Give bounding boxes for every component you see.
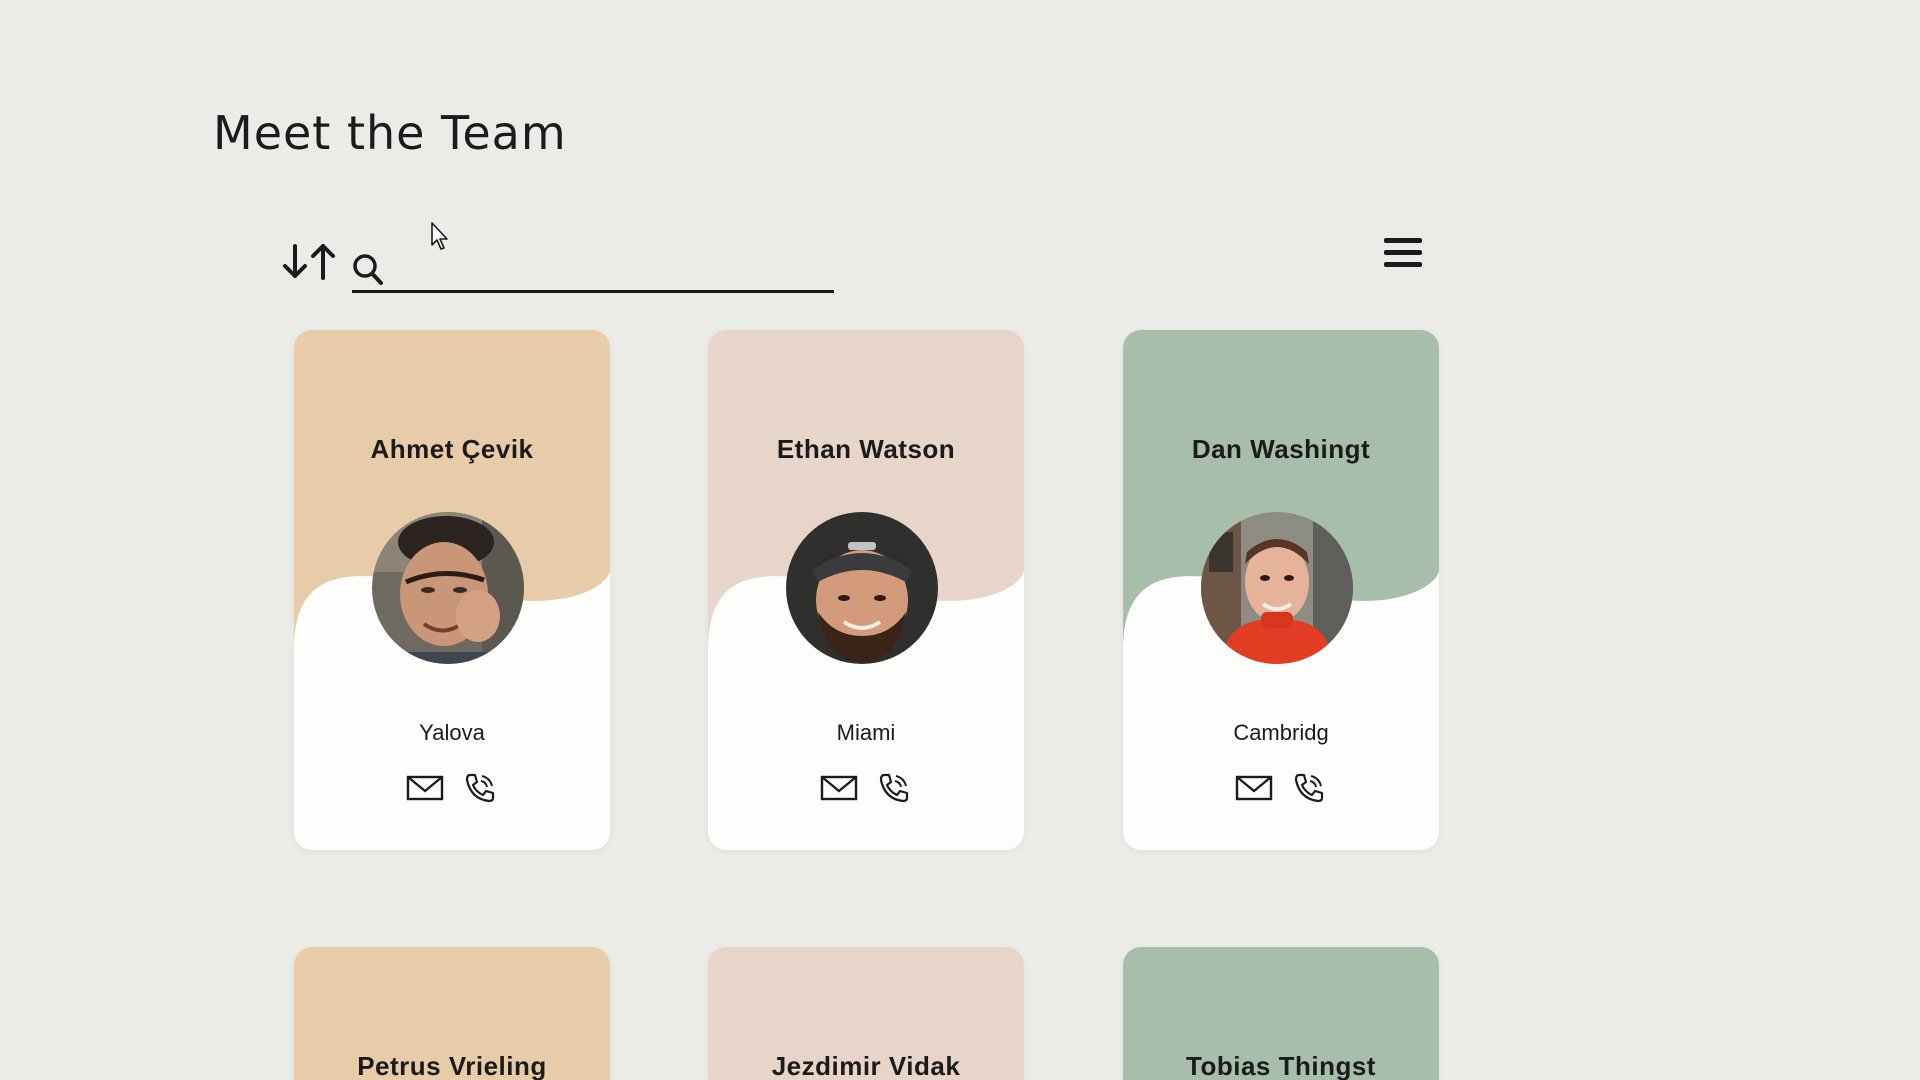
envelope-icon [821,775,858,801]
phone-button[interactable] [873,770,913,804]
member-name: Jezdimir Vidak [771,1051,961,1080]
contact-actions [1123,770,1439,804]
sort-button[interactable] [282,238,338,284]
member-name: Ahmet Çevik [370,434,534,464]
avatar [372,512,524,664]
member-name: Tobias Thingst [1186,1051,1376,1080]
team-member-card: Jezdimir Vidak [708,947,1024,1080]
sort-arrows-icon [283,244,335,280]
team-member-card: Ahmet Çevik Yalova [294,330,610,850]
phone-icon [1294,773,1323,803]
team-member-card: Tobias Thingst [1123,947,1439,1080]
phone-icon [879,773,908,803]
envelope-icon [1236,775,1273,801]
search-bar [352,240,834,293]
phone-button[interactable] [459,770,499,804]
page-title: Meet the Team [213,106,567,160]
hamburger-menu-button[interactable] [1384,238,1422,274]
search-icon [353,254,383,285]
member-name: Petrus Vrieling [357,1051,547,1080]
email-button[interactable] [1234,770,1274,804]
team-member-card: Dan Washingt Cambridg [1123,330,1439,850]
envelope-icon [407,775,444,801]
phone-button[interactable] [1288,770,1328,804]
member-city: Yalova [419,720,485,745]
member-name: Dan Washingt [1191,434,1371,464]
email-button[interactable] [819,770,859,804]
contact-actions [708,770,1024,804]
team-member-card: Ethan Watson Miami [708,330,1024,850]
search-input[interactable] [394,246,828,288]
member-name: Ethan Watson [776,434,956,464]
avatar [786,512,938,664]
member-city: Cambridg [1233,720,1329,745]
team-member-card: Petrus Vrieling [294,947,610,1080]
contact-actions [294,770,610,804]
member-city: Miami [836,720,896,745]
phone-icon [465,773,494,803]
hamburger-menu-icon [1384,238,1422,267]
email-button[interactable] [405,770,445,804]
avatar [1201,512,1353,664]
